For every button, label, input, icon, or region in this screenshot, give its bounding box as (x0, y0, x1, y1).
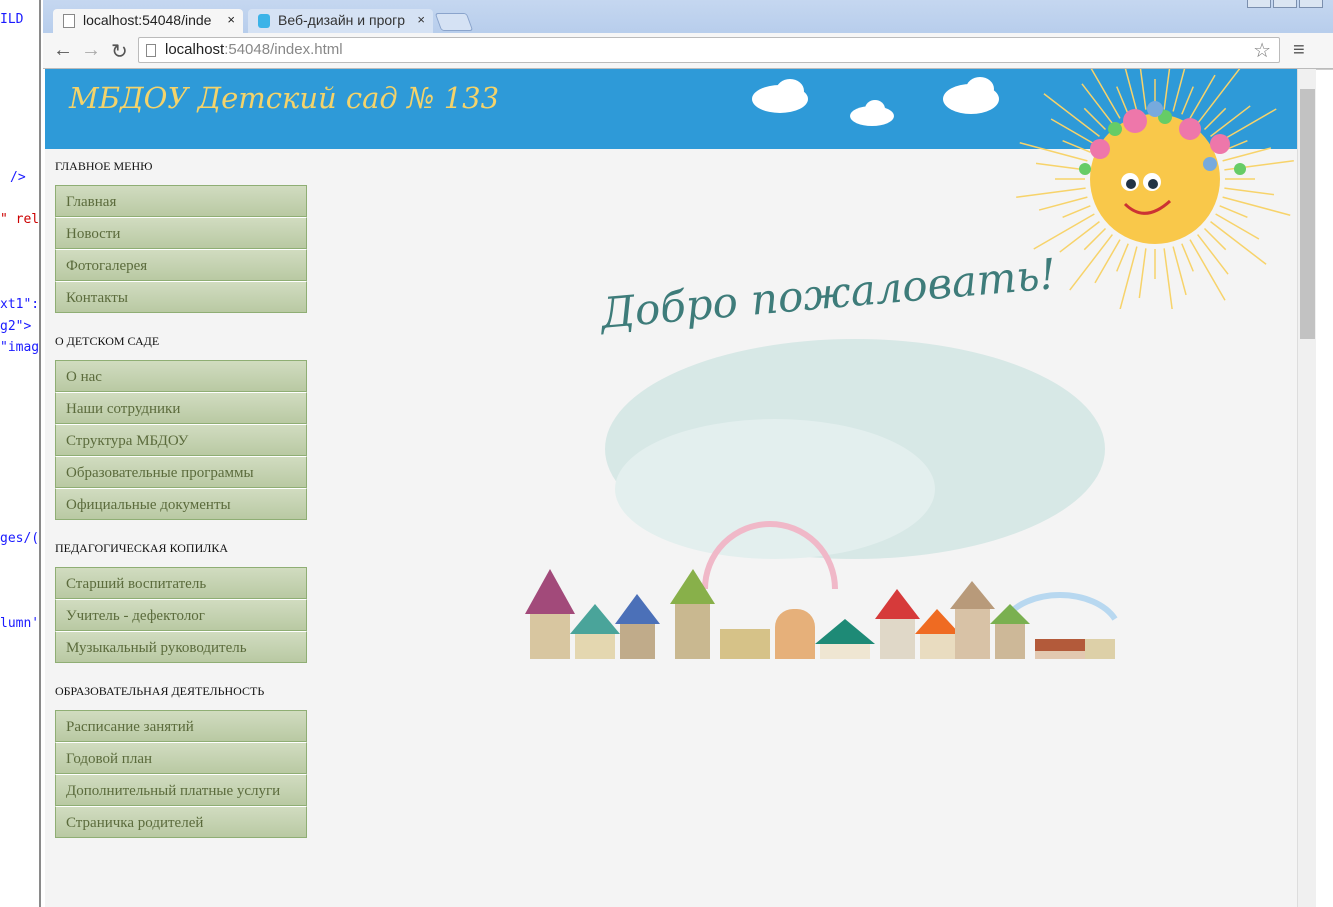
close-tab-icon[interactable]: × (417, 12, 425, 27)
sun-ray (1181, 86, 1194, 115)
menu-icon[interactable]: ≡ (1293, 39, 1305, 62)
sun-ray (1033, 213, 1095, 250)
sun-ray (1215, 213, 1260, 240)
sidebar-menu-item[interactable]: Главная (55, 185, 307, 217)
sidebar-menu-item[interactable]: Учитель - дефектолог (55, 599, 307, 631)
sidebar-menu-item[interactable]: Дополнительный платные услуги (55, 774, 307, 806)
code-fragment: /> (10, 170, 26, 185)
sun-ray (1224, 187, 1275, 196)
sidebar-menu-item[interactable]: Наши сотрудники (55, 392, 307, 424)
tab-label: localhost:54048/inde (83, 12, 212, 28)
forward-icon[interactable]: → (81, 39, 101, 62)
code-fragment: "imag (0, 340, 40, 355)
page-icon (63, 14, 75, 28)
sidebar-menu-item[interactable]: Музыкальный руководитель (55, 631, 307, 663)
sidebar-menu: Старший воспитатель Учитель - дефектолог М… (55, 567, 307, 663)
sun-ray (1081, 83, 1113, 124)
sun-ray (1172, 69, 1186, 112)
vertical-scrollbar[interactable] (1297, 69, 1316, 907)
browser-chrome: localhost:54048/inde × Веб-дизайн и прог… (43, 0, 1333, 69)
sidebar-menu-item[interactable]: Официальные документы (55, 488, 307, 520)
sun-ray (1038, 196, 1088, 211)
sun-ray (1062, 205, 1091, 218)
code-fragment: " rel (0, 212, 40, 227)
scrollbar-thumb[interactable] (1300, 89, 1315, 339)
sidebar-section-title: ГЛАВНОЕ МЕНЮ (55, 159, 153, 173)
sun-ray (1062, 140, 1091, 153)
sidebar-menu-item[interactable]: Расписание занятий (55, 710, 307, 742)
sidebar-section-title: ПЕДАГОГИЧЕСКАЯ КОПИЛКА (55, 541, 229, 555)
sidebar-menu-item[interactable]: Образовательные программы (55, 456, 307, 488)
close-window-button[interactable] (1299, 0, 1323, 8)
toolbar: ← → ↻ localhost:54048/index.html ☆ ≡ (43, 33, 1333, 69)
window-controls (1247, 0, 1323, 8)
url-host: localhost (165, 41, 225, 58)
code-fragment: ILD (0, 12, 24, 27)
sun-ray (1124, 69, 1138, 112)
sun-ray (1016, 187, 1086, 199)
sun-ray (1222, 196, 1291, 216)
sidebar-section-title: О ДЕТСКОМ САДЕ (55, 334, 160, 348)
maximize-button[interactable] (1273, 0, 1297, 8)
sun-ray (1119, 246, 1138, 309)
background-code-editor: ILD /> " rel xt1": g2"> "imag ges/( lumn… (0, 0, 41, 907)
sun-ray (1094, 239, 1121, 284)
sidebar-menu-item[interactable]: Старший воспитатель (55, 567, 307, 599)
tab-webdesign[interactable]: Веб-дизайн и прогр × (248, 9, 433, 33)
code-fragment: g2"> (0, 319, 32, 334)
sun-ray (1219, 205, 1248, 218)
sun-ray (1210, 105, 1251, 137)
address-bar[interactable]: localhost:54048/index.html ☆ (138, 37, 1280, 63)
sun-ray (1181, 243, 1194, 272)
tab-label: Веб-дизайн и прогр (278, 12, 406, 28)
sun-ray (1138, 248, 1147, 299)
sun-ray (1116, 243, 1129, 272)
sidebar-menu-item[interactable]: Новости (55, 217, 307, 249)
sun-ray (1163, 248, 1173, 309)
chat-bubble-icon (258, 14, 270, 28)
sidebar-menu-item[interactable]: Годовой план (55, 742, 307, 774)
sun-ray (1139, 69, 1147, 110)
reload-icon[interactable]: ↻ (111, 39, 128, 64)
sidebar-menu-item[interactable]: Контакты (55, 281, 307, 313)
sun-ray (1222, 147, 1272, 162)
background-window-edge (1316, 69, 1333, 907)
sidebar-menu: Расписание занятий Годовой план Дополнител… (55, 710, 307, 838)
sun-ray (1019, 142, 1088, 162)
code-fragment: xt1": (0, 297, 40, 312)
sun-ray (1163, 69, 1171, 110)
minimize-button[interactable] (1247, 0, 1271, 8)
tab-localhost[interactable]: localhost:54048/inde × (53, 9, 243, 33)
sun-ray (1189, 74, 1216, 119)
web-page: МБДОУ Детский сад № 133 Добро пожаловать… (45, 69, 1297, 907)
sun-ray (1189, 239, 1226, 301)
sun-ray (1059, 221, 1100, 253)
bookmark-star-icon[interactable]: ☆ (1253, 38, 1271, 63)
close-tab-icon[interactable]: × (227, 12, 235, 27)
back-icon[interactable]: ← (53, 39, 73, 62)
code-fragment: ges/( (0, 531, 40, 546)
new-tab-button[interactable] (434, 13, 474, 31)
sun-ray (1172, 246, 1187, 296)
sidebar-menu-item[interactable]: Страничка родителей (55, 806, 307, 838)
url-path: :54048/index.html (224, 41, 343, 58)
sidebar-menu-item[interactable]: Структура МБДОУ (55, 424, 307, 456)
sidebar-menu-item[interactable]: Фотогалерея (55, 249, 307, 281)
town-illustration (525, 339, 1118, 659)
code-fragment: lumn' (0, 616, 40, 631)
sidebar-section-title: ОБРАЗОВАТЕЛЬНАЯ ДЕЯТЕЛЬНОСТЬ (55, 684, 265, 698)
sun-ray (1197, 234, 1229, 275)
sun-ray (1035, 162, 1086, 171)
page-icon (146, 44, 156, 57)
sun-ray (1116, 86, 1129, 115)
sun-ray (1050, 118, 1095, 145)
sidebar-menu: О нас Наши сотрудники Структура МБДОУ Образ… (55, 360, 307, 520)
sidebar-menu: Главная Новости Фотогалерея Контакты (55, 185, 307, 313)
sidebar-menu-item[interactable]: О нас (55, 360, 307, 392)
